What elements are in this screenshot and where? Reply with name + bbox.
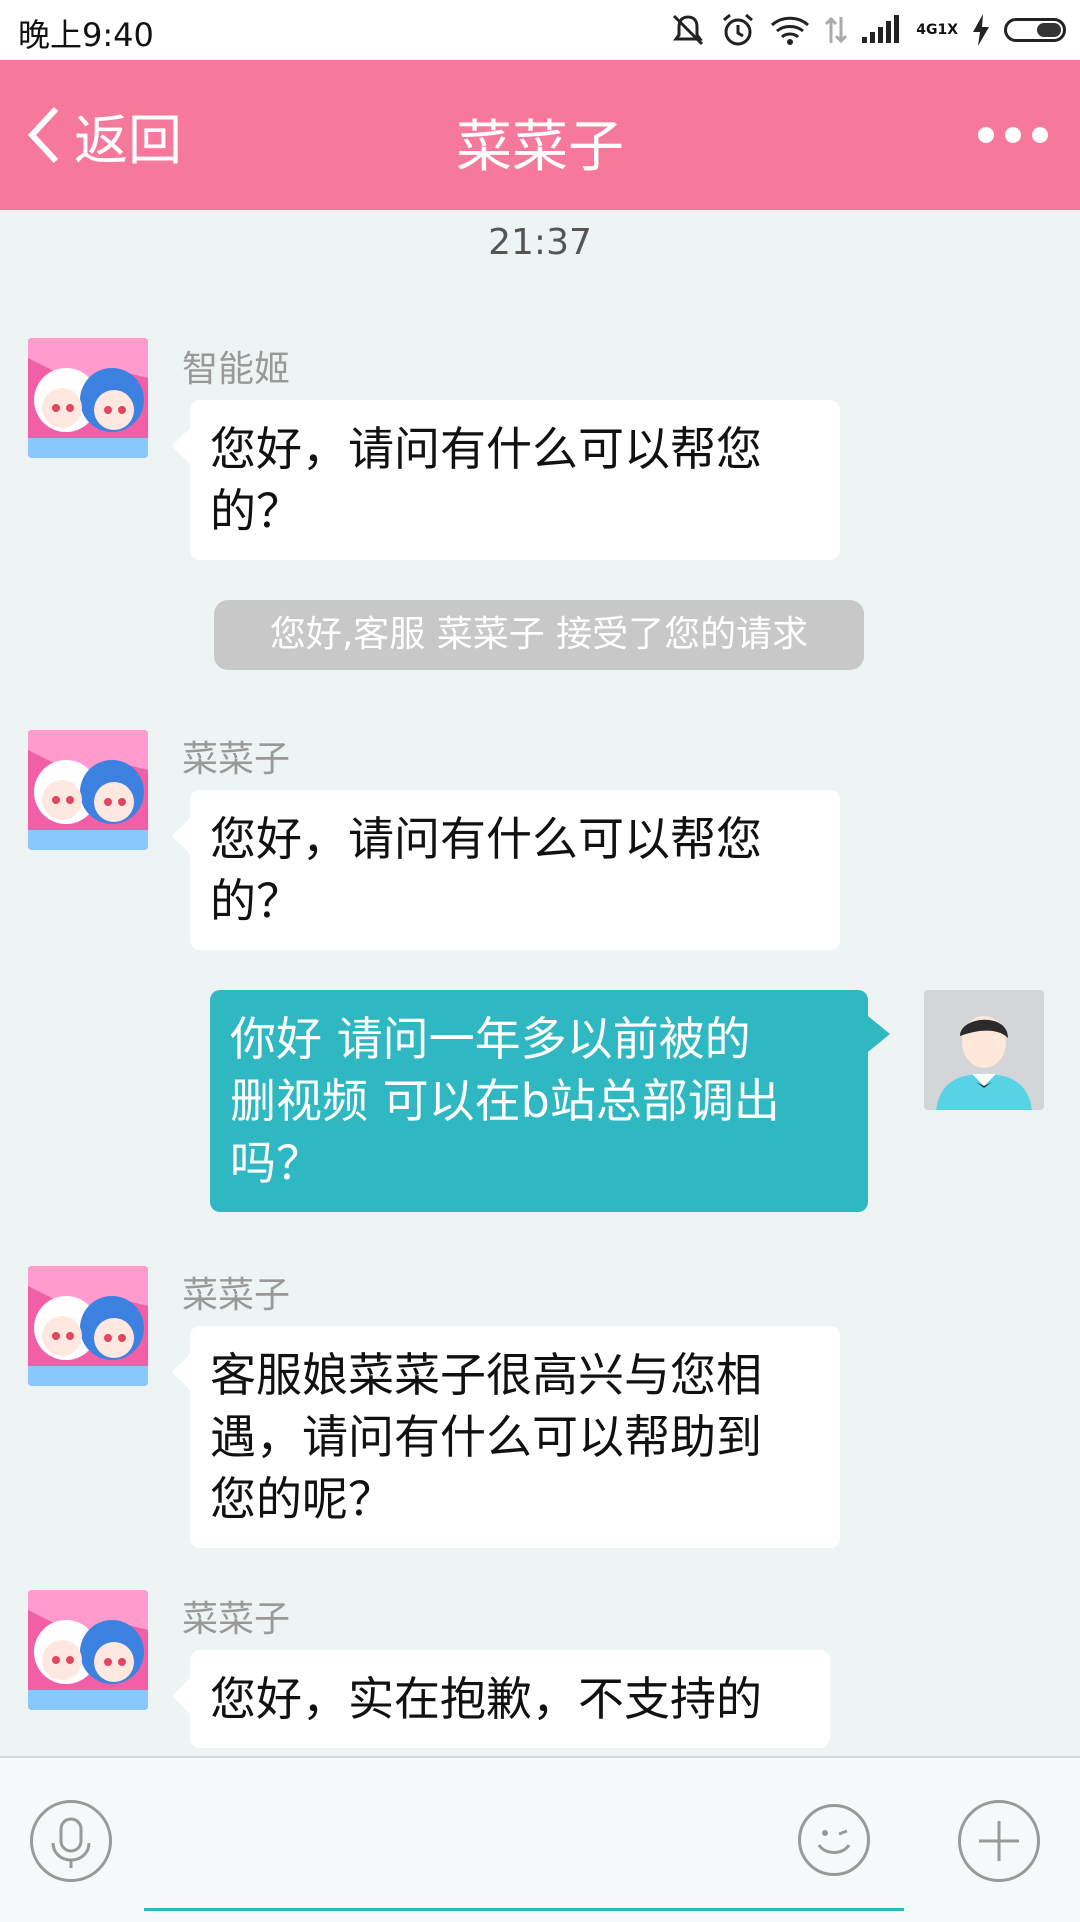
emoji-button[interactable] (798, 1804, 870, 1876)
chat-timestamp: 21:37 (488, 222, 592, 263)
mute-icon (670, 12, 706, 48)
sender-name: 菜菜子 (182, 1275, 291, 1316)
battery-icon (1004, 18, 1066, 42)
microphone-icon (51, 1817, 91, 1868)
more-options-button[interactable] (978, 110, 1048, 160)
message-line: 吗？ (230, 1136, 322, 1190)
message-input[interactable] (144, 1908, 904, 1911)
user-avatar[interactable] (924, 990, 1044, 1110)
sender-name: 菜菜子 (182, 739, 291, 780)
message-line: 的？ (210, 874, 302, 928)
status-icons: 4G 1X (670, 10, 1066, 50)
input-bar (0, 1756, 1080, 1922)
network-type-bottom: 1X (937, 21, 958, 38)
more-dot-icon (1032, 127, 1048, 143)
message-line: 您好，请问有什么可以帮您 (210, 422, 762, 476)
message-bubble[interactable]: 客服娘菜菜子很高兴与您相 遇，请问有什么可以帮助到 您的呢？ (172, 1326, 840, 1548)
message-bubble[interactable]: 您好，请问有什么可以帮您 的？ (172, 400, 840, 560)
network-type: 4G 1X (916, 21, 958, 38)
message-line: 的？ (210, 484, 302, 538)
message-line: 您好，实在抱歉，不支持的 (210, 1672, 762, 1726)
message-line: 删视频 可以在b站总部调出 (230, 1074, 780, 1128)
message-line: 客服娘菜菜子很高兴与您相 (210, 1348, 762, 1402)
title-bar: 返回 菜菜子 (0, 60, 1080, 210)
message-bubble-self[interactable]: 你好 请问一年多以前被的 删视频 可以在b站总部调出 吗？ (210, 990, 890, 1212)
network-type-top: 4G (916, 21, 938, 38)
more-dot-icon (1005, 127, 1021, 143)
page-title: 菜菜子 (456, 115, 624, 180)
message-bubble[interactable]: 您好，请问有什么可以帮您 的？ (172, 790, 840, 950)
charging-icon (972, 14, 990, 46)
voice-button[interactable] (30, 1800, 112, 1882)
emoji-icon (817, 1829, 851, 1854)
status-bar: 晚上9:40 4G 1X (0, 0, 1080, 60)
message-line: 你好 请问一年多以前被的 (230, 1012, 751, 1066)
plus-button[interactable] (958, 1800, 1040, 1882)
message-bubble[interactable]: 您好，实在抱歉，不支持的 (172, 1650, 830, 1748)
agent-avatar[interactable] (28, 1590, 148, 1710)
message-line: 您的呢？ (210, 1472, 394, 1526)
more-dot-icon (978, 127, 994, 143)
sender-name: 智能姬 (182, 349, 291, 390)
agent-avatar[interactable] (28, 338, 148, 458)
message-line: 您好，请问有什么可以帮您 (210, 812, 762, 866)
system-notice: 您好,客服 菜菜子 接受了您的请求 (214, 600, 864, 670)
data-transfer-icon (824, 13, 848, 47)
wifi-icon (770, 13, 810, 47)
message-line: 遇，请问有什么可以帮助到 (210, 1410, 762, 1464)
signal-icon (862, 15, 902, 45)
sender-name: 菜菜子 (182, 1599, 291, 1640)
status-time: 晚上9:40 (18, 16, 154, 54)
agent-avatar[interactable] (28, 1266, 148, 1386)
plus-icon (979, 1821, 1019, 1861)
alarm-icon (720, 12, 756, 48)
agent-avatar[interactable] (28, 730, 148, 850)
